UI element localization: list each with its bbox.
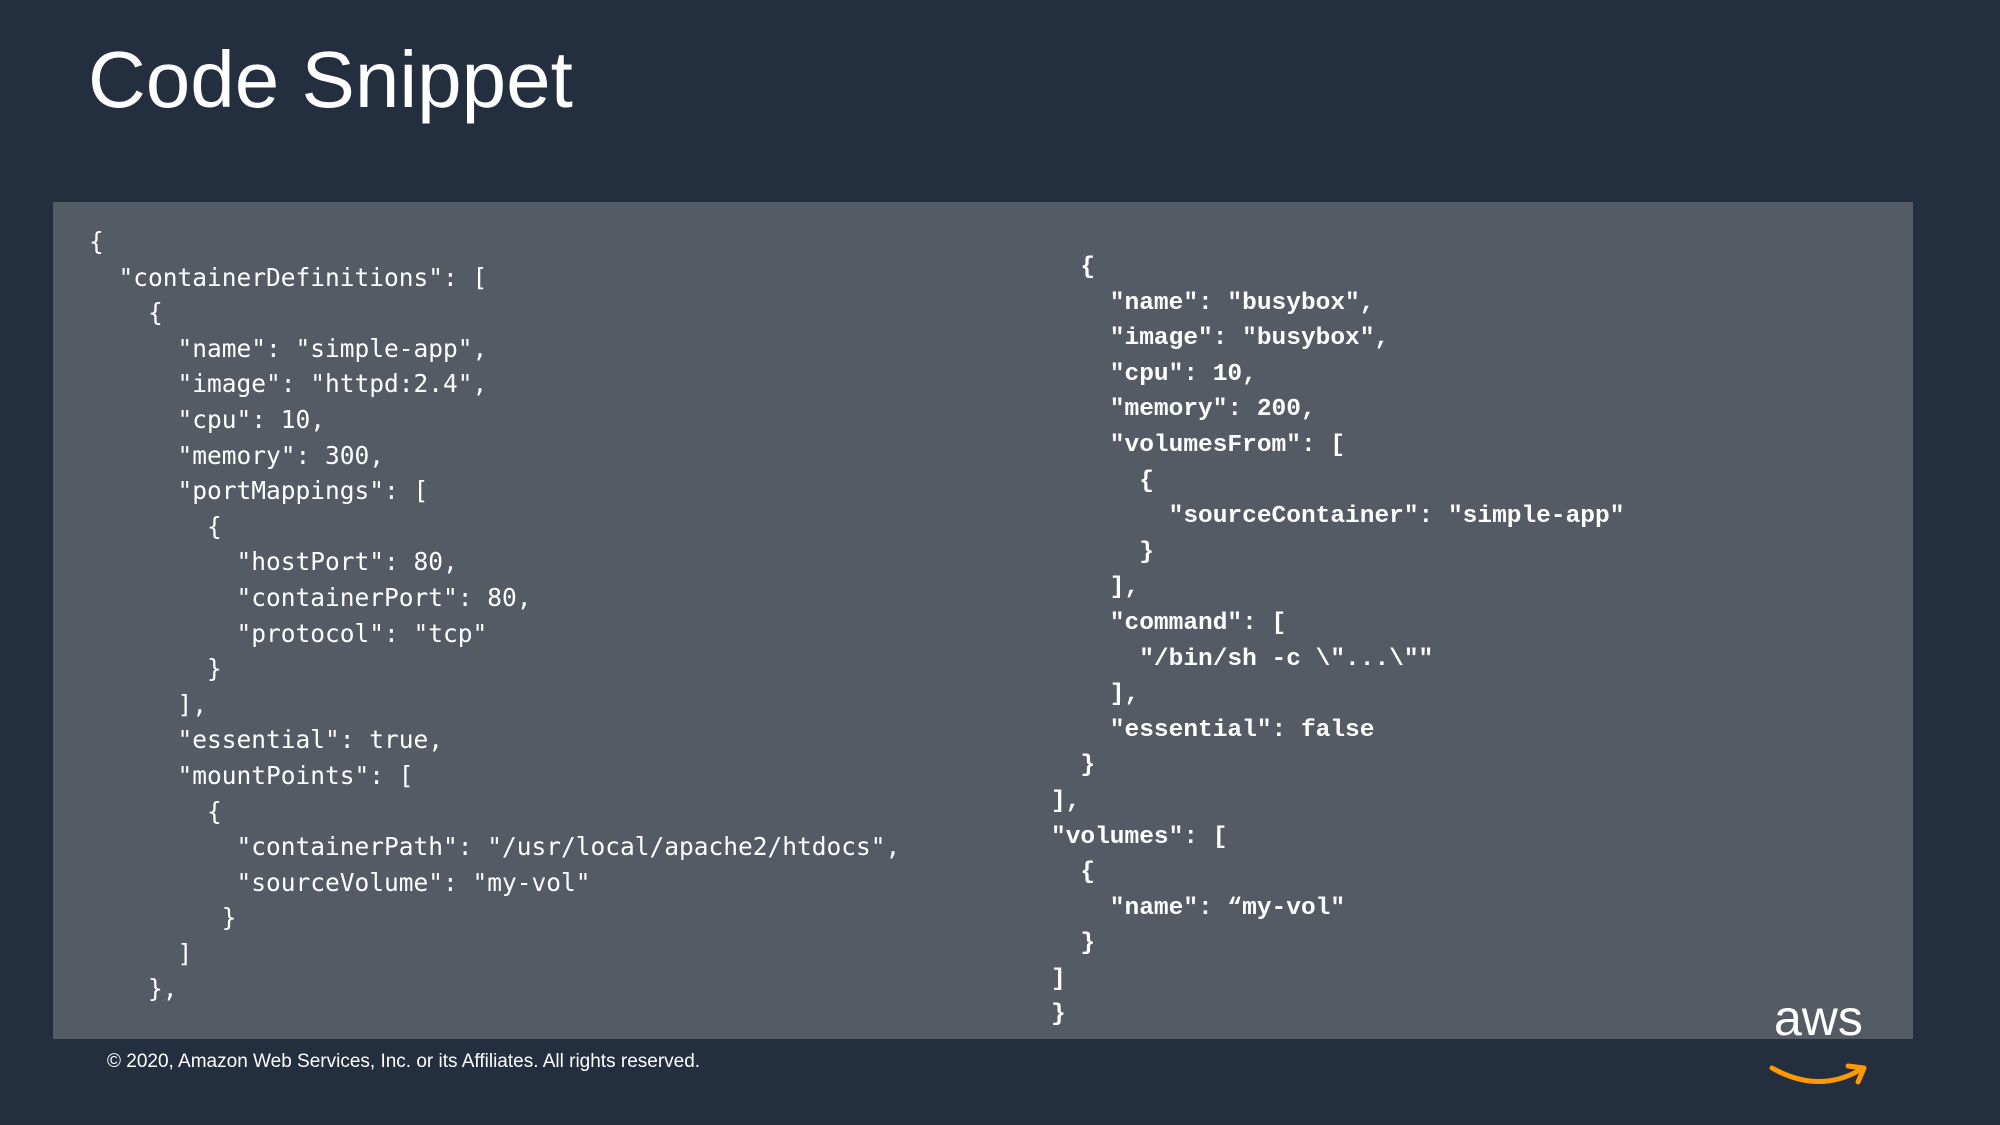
footer-copyright: © 2020, Amazon Web Services, Inc. or its… (107, 1051, 701, 1072)
slide-title: Code Snippet (88, 35, 573, 124)
code-block-left: { "containerDefinitions": [ { "name": "s… (89, 227, 901, 1004)
aws-smile-icon (1769, 1063, 1867, 1085)
aws-logo-text: aws (1774, 1000, 1863, 1046)
aws-logo: aws (1764, 1000, 1874, 1095)
code-block-right: { "name": "busybox", "image": "busybox",… (1051, 254, 1625, 1029)
code-panel: { "containerDefinitions": [ { "name": "s… (53, 202, 1913, 1039)
